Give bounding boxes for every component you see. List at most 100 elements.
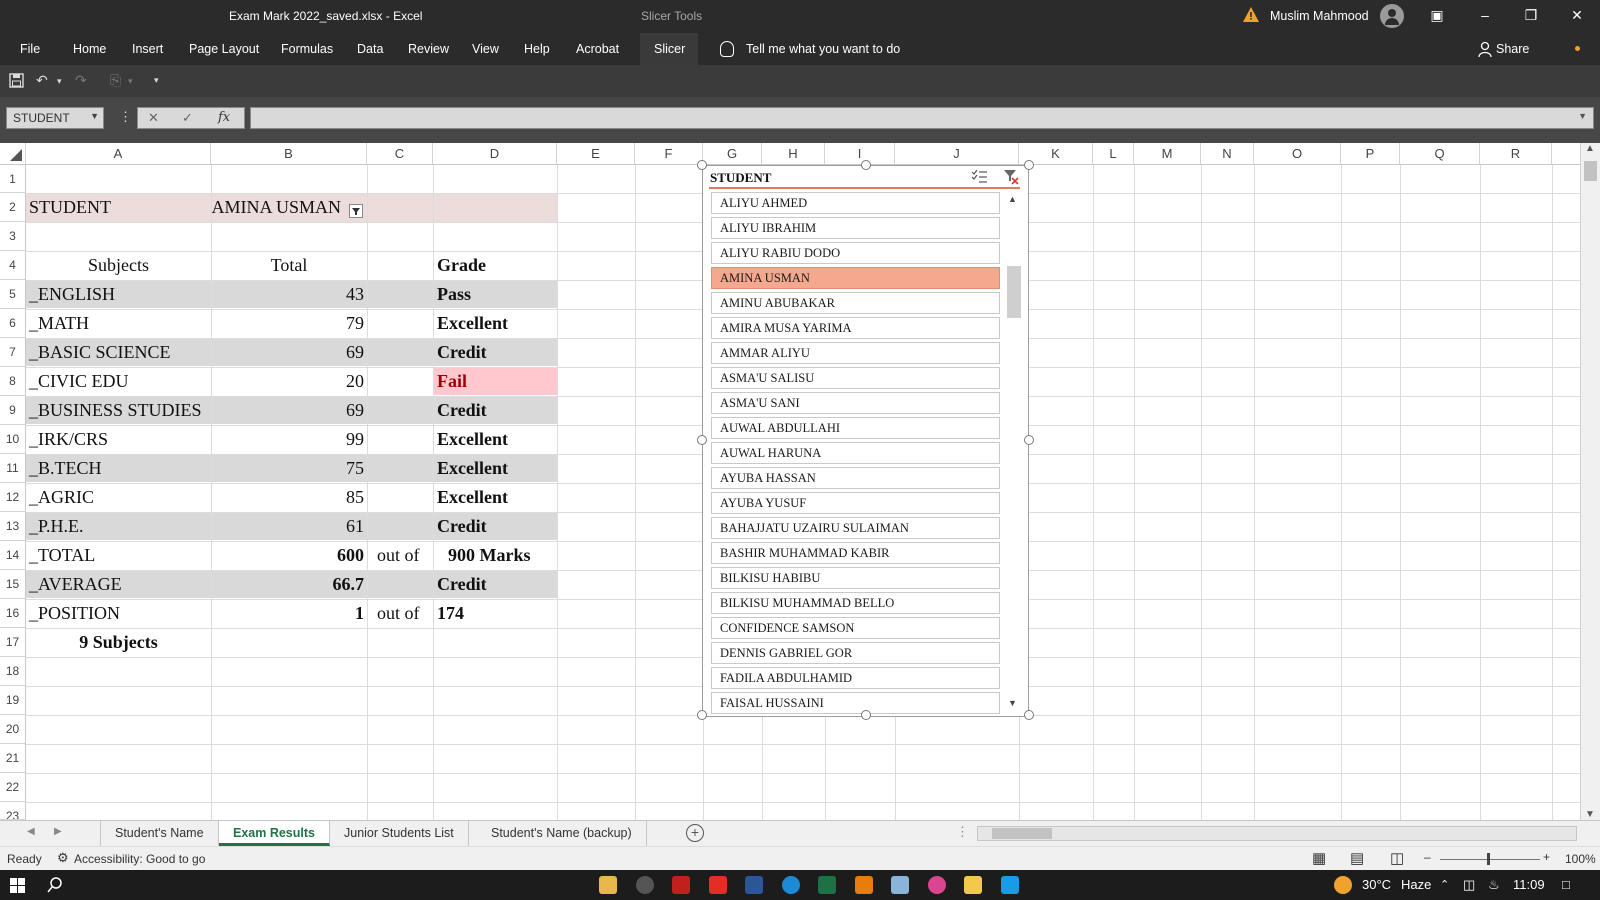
total-max[interactable]: 900 Marks [448,541,531,569]
subject-total[interactable]: 20 [211,367,364,395]
subject-total[interactable]: 61 [211,512,364,540]
notification-dot-icon[interactable] [1575,46,1580,51]
slicer-item[interactable]: ALIYU AHMED [711,192,1000,214]
sheet-tab[interactable]: Student's Name [100,821,219,846]
scroll-up-icon[interactable]: ▲ [1585,143,1595,154]
subject-grade[interactable]: Excellent [437,309,508,337]
average-value[interactable]: 66.7 [211,570,365,598]
row-header-9[interactable]: 9 [0,396,26,425]
grade-header[interactable]: Grade [437,251,486,279]
slicer-item[interactable]: ALIYU RABIU DODO [711,242,1000,264]
scroll-down-icon[interactable]: ▼ [1585,809,1595,820]
scroll-down-icon[interactable]: ▼ [1008,698,1017,708]
zoom-out-icon[interactable]: – [1424,850,1431,864]
row-header-13[interactable]: 13 [0,512,26,541]
subject-grade[interactable]: Credit [437,512,487,540]
subject-total[interactable]: 99 [211,425,364,453]
tab-file[interactable]: File [20,42,40,56]
subject-grade[interactable]: Pass [437,280,471,308]
resize-handle[interactable] [697,435,707,445]
accessibility-icon[interactable]: ⚙ [57,850,69,866]
subject-grade[interactable]: Excellent [437,425,508,453]
user-name[interactable]: Muslim Mahmood [1270,9,1369,23]
column-header-g[interactable]: G [703,143,762,164]
position-out-of[interactable]: out of [377,599,420,627]
total-value[interactable]: 600 [211,541,364,569]
resize-handle[interactable] [1024,710,1034,720]
chevron-down-icon[interactable]: ▼ [90,111,99,121]
slicer-item[interactable]: ALIYU IBRAHIM [711,217,1000,239]
subjects-header[interactable]: Subjects [26,251,211,279]
volume-icon[interactable]: ♨ [1488,877,1500,893]
subject-name[interactable]: _ENGLISH [29,280,115,308]
horizontal-scroll-thumb[interactable] [992,828,1052,839]
close-button[interactable]: ✕ [1554,0,1600,33]
clear-filter-icon[interactable] [1003,169,1019,185]
tab-slicer[interactable]: Slicer [654,42,685,56]
tell-me-search[interactable]: Tell me what you want to do [746,42,900,56]
average-grade[interactable]: Credit [437,570,487,598]
row-header-2[interactable]: 2 [0,193,26,222]
scroll-up-icon[interactable]: ▲ [1008,194,1017,204]
subject-grade[interactable]: Excellent [437,483,508,511]
subject-count[interactable]: 9 Subjects [26,628,211,656]
slicer-item[interactable]: AYUBA YUSUF [711,492,1000,514]
column-header-i[interactable]: I [825,143,895,164]
row-header-10[interactable]: 10 [0,425,26,454]
row-header-18[interactable]: 18 [0,657,26,686]
multi-select-icon[interactable] [971,170,987,184]
tab-review[interactable]: Review [408,42,449,56]
page-break-view-icon[interactable]: ◫ [1390,849,1404,867]
tab-page-layout[interactable]: Page Layout [189,42,259,56]
column-header-r[interactable]: R [1480,143,1552,164]
column-header-f[interactable]: F [635,143,703,164]
column-header-d[interactable]: D [433,143,557,164]
tab-home[interactable]: Home [73,42,106,56]
subject-grade-fail[interactable]: Fail [437,367,467,395]
share-button[interactable]: Share [1496,42,1529,56]
tab-acrobat[interactable]: Acrobat [576,42,619,56]
slicer-item[interactable]: ASMA'U SANI [711,392,1000,414]
column-header-c[interactable]: C [367,143,433,164]
warning-icon[interactable] [1243,7,1259,22]
share-person-icon[interactable] [1478,41,1492,57]
slicer-item[interactable]: AMIRA MUSA YARIMA [711,317,1000,339]
subject-name[interactable]: _P.H.E. [29,512,84,540]
media-app-icon[interactable] [636,876,654,894]
notifications-icon[interactable]: □ [1562,877,1570,892]
zoom-slider[interactable] [1440,859,1540,860]
windows-start-icon[interactable] [10,878,25,893]
column-header-e[interactable]: E [557,143,635,164]
expand-formula-icon[interactable]: ▼ [1578,111,1587,121]
row-header-14[interactable]: 14 [0,541,26,570]
row-header-20[interactable]: 20 [0,715,26,744]
format-painter-icon[interactable]: ⎘ [110,72,121,89]
save-icon[interactable] [9,73,24,88]
sheet-nav-left-icon[interactable]: ◀ [27,826,35,837]
column-header-q[interactable]: Q [1400,143,1480,164]
student-label[interactable]: STUDENT [29,193,111,221]
row-header-8[interactable]: 8 [0,367,26,396]
column-header-l[interactable]: L [1093,143,1134,164]
subject-name[interactable]: _AGRIC [29,483,94,511]
row-header-1[interactable]: 1 [0,165,26,193]
select-all-button[interactable] [0,143,26,164]
subject-total[interactable]: 75 [211,454,364,482]
slicer-item[interactable]: BILKISU MUHAMMAD BELLO [711,592,1000,614]
subject-total[interactable]: 79 [211,309,364,337]
column-header-h[interactable]: H [762,143,825,164]
slicer-item[interactable]: AMMAR ALIYU [711,342,1000,364]
column-header-o[interactable]: O [1254,143,1341,164]
subject-total[interactable]: 85 [211,483,364,511]
cancel-icon[interactable]: ✕ [148,110,159,126]
enter-icon[interactable]: ✓ [182,110,193,126]
row-header-12[interactable]: 12 [0,483,26,512]
column-header-j[interactable]: J [895,143,1019,164]
skype-icon[interactable] [1001,876,1019,894]
zoom-slider-thumb[interactable] [1487,853,1490,865]
painter-dropdown-icon[interactable]: ▾ [128,76,133,87]
total-out-of[interactable]: out of [377,541,420,569]
subject-name[interactable]: _BUSINESS STUDIES [29,396,202,424]
acrobat-icon[interactable] [672,876,690,894]
total-label[interactable]: _TOTAL [29,541,95,569]
